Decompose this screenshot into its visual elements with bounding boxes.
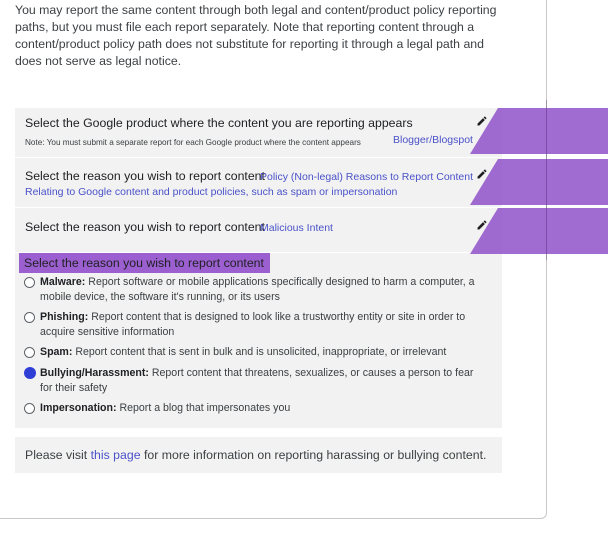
step-reason-category[interactable]: Select the reason you wish to report con… [15,158,502,208]
option-bullying-harassment[interactable]: Bullying/Harassment: Report content that… [24,366,484,396]
step-reason[interactable]: Select the reason you wish to report con… [15,208,502,253]
step-title: Select the Google product where the cont… [25,116,413,130]
option-label: Phishing: [40,311,89,323]
step-value: Malicious Intent [260,222,333,234]
intro-paragraph: You may report the same content through … [15,3,497,68]
radio-button[interactable] [24,347,35,358]
step-title: Select the reason you wish to report con… [25,220,265,234]
this-page-link[interactable]: this page [91,448,141,462]
step-title: Select the reason you wish to report con… [25,169,265,183]
option-desc: Report a blog that impersonates you [119,402,291,414]
step-product[interactable]: Select the Google product where the cont… [15,108,502,158]
radio-button[interactable] [24,403,35,414]
option-malware[interactable]: Malware: Report software or mobile appli… [24,275,484,305]
card-edge-line [546,100,547,260]
option-label: Impersonation: [40,402,117,414]
option-desc: Report content that is sent in bulk and … [75,346,447,358]
radio-button[interactable] [24,277,35,288]
info-footer: Please visit this page for more informat… [15,437,502,473]
pencil-icon[interactable] [476,115,488,127]
option-phishing[interactable]: Phishing: Report content that is designe… [24,310,484,340]
option-label: Spam: [40,346,73,358]
step-note: Note: You must submit a separate report … [25,138,361,147]
question-title: Select the reason you wish to report con… [19,253,270,273]
completed-steps-panel: Select the Google product where the cont… [15,108,502,253]
footer-prefix: Please visit [25,448,91,462]
step-value-detail: Relating to Google content and product p… [25,186,398,198]
option-label: Bullying/Harassment: [40,367,149,379]
radio-button[interactable] [24,312,35,323]
option-spam[interactable]: Spam: Report content that is sent in bul… [24,345,484,360]
radio-button-checked[interactable] [24,367,36,379]
option-impersonation[interactable]: Impersonation: Report a blog that impers… [24,401,484,416]
option-desc: Report software or mobile applications s… [40,276,475,303]
step-value: Policy (Non-legal) Reasons to Report Con… [260,171,474,183]
option-desc: Report content that is designed to look … [40,311,466,338]
pencil-icon[interactable] [476,168,488,180]
step-value: Blogger/Blogspot [393,134,473,146]
option-label: Malware: [40,276,86,288]
footer-suffix: for more information on reporting harass… [140,448,487,462]
